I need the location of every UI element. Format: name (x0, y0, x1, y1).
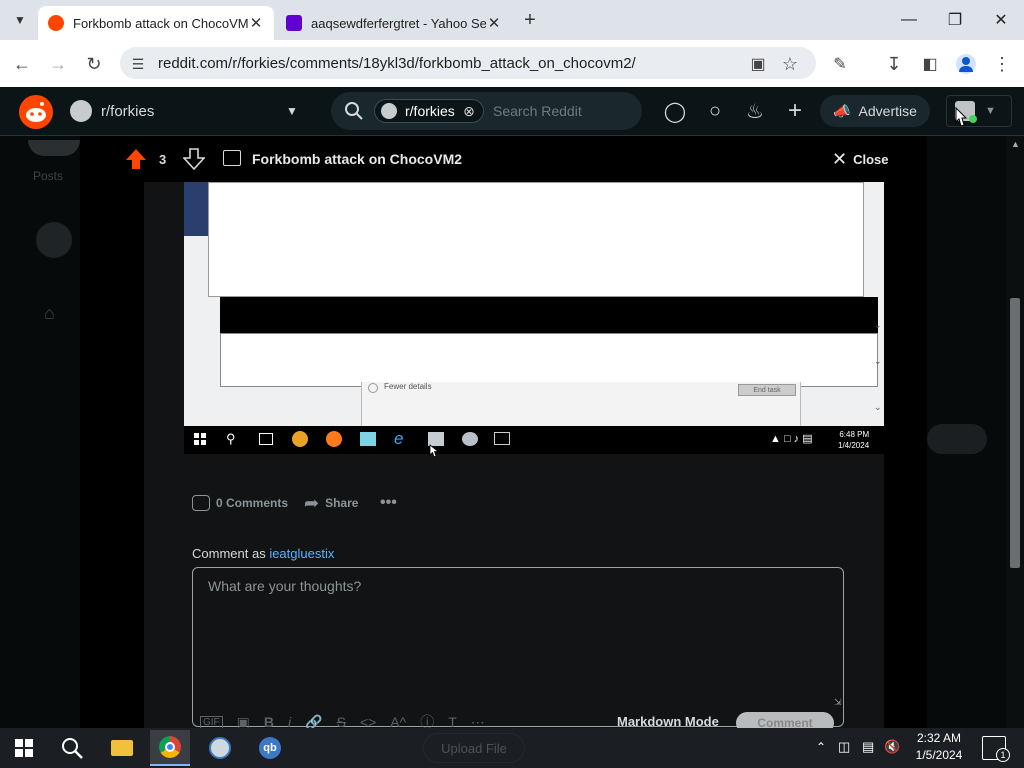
notifications-bell-icon[interactable]: ♨ (743, 99, 767, 123)
vm-mouse-cursor-icon (429, 444, 439, 458)
new-tab-icon[interactable]: + (518, 8, 542, 32)
popular-icon[interactable]: ◯ (663, 99, 687, 123)
create-post-icon[interactable]: + (783, 97, 807, 124)
reddit-logo-icon[interactable] (19, 95, 53, 129)
volume-muted-icon[interactable]: 🔇 (884, 739, 900, 755)
community-dropdown-chevron-icon[interactable]: ▼ (280, 100, 304, 122)
comment-icon (192, 495, 210, 511)
background-avatar (28, 140, 80, 156)
windows-start-icon[interactable] (4, 730, 44, 766)
tab-search-chevron-icon[interactable]: ▼ (8, 8, 32, 32)
community-avatar (70, 100, 92, 122)
upvote-arrow-icon[interactable] (125, 148, 147, 170)
yahoo-favicon-icon (286, 15, 302, 31)
background-home-icon: ⌂ (44, 303, 55, 323)
network-icon[interactable]: ▤ (862, 739, 874, 755)
comment-placeholder: What are your thoughts? (208, 578, 362, 594)
close-tab-icon[interactable]: ✕ (248, 14, 264, 32)
clear-scope-icon[interactable]: ⊗ (458, 100, 480, 122)
close-button[interactable]: ✕ Close (832, 149, 889, 170)
minimize-icon[interactable]: — (886, 0, 932, 40)
install-app-icon[interactable]: ▣ (744, 50, 772, 78)
resize-handle-icon[interactable]: ⇲ (834, 697, 842, 708)
vm-clock: 6:48 PM 1/4/2024 (838, 430, 870, 450)
side-panel-icon[interactable]: ◧ (916, 50, 944, 78)
comments-button[interactable]: 0 Comments (192, 494, 288, 512)
community-name[interactable]: r/forkies (101, 103, 154, 120)
share-button[interactable]: ➦ Share (304, 492, 358, 513)
comment-as-label: Comment as ieatgluestix (192, 546, 335, 561)
post-title: Forkbomb attack on ChocoVM2 (252, 151, 463, 167)
back-icon[interactable]: ← (8, 50, 36, 78)
background-button (927, 424, 987, 454)
markdown-mode-button[interactable]: Markdown Mode (617, 714, 719, 729)
vote-count: 3 (159, 152, 167, 167)
bookmark-star-icon[interactable]: ☆ (776, 50, 804, 78)
scrollbar-thumb[interactable] (1010, 298, 1020, 568)
forward-icon[interactable]: → (44, 50, 72, 78)
upload-file-button: Upload File (423, 733, 525, 763)
username-link[interactable]: ieatgluestix (269, 546, 334, 561)
vm-taskbar: ⚲ e ▲ □ ♪ ▤ (184, 426, 884, 454)
window-close-icon[interactable]: ✕ (978, 0, 1024, 40)
scroll-up-arrow-icon[interactable]: ▲ (1011, 139, 1020, 149)
gif-icon[interactable]: GIF (200, 715, 223, 729)
taskbar-clock[interactable]: 2:32 AM 1/5/2024 (905, 730, 973, 764)
tab-reddit[interactable]: Forkbomb attack on ChocoVM ✕ (38, 6, 274, 40)
share-icon: ➦ (304, 492, 320, 513)
more-options-icon[interactable]: ••• (380, 494, 397, 512)
profile-avatar-icon[interactable] (952, 50, 980, 78)
notification-count-badge: 1 (996, 748, 1010, 762)
search-input[interactable]: Search Reddit (493, 103, 582, 119)
megaphone-icon: 📣 (833, 102, 851, 119)
extensions-icon[interactable]: ✎ (826, 50, 854, 78)
chevron-down-icon: ▼ (985, 105, 996, 117)
show-hidden-icons-icon[interactable]: ⌃ (816, 740, 826, 754)
background-avatar (36, 222, 72, 258)
chrome-menu-icon[interactable]: ⋮ (988, 50, 1016, 78)
downloads-icon[interactable]: ↧ (880, 50, 908, 78)
chat-icon[interactable]: ○ (703, 99, 727, 123)
qbittorrent-icon[interactable]: qb (250, 730, 290, 766)
lightbox-header (80, 136, 927, 182)
vm-end-task-button: End task (738, 384, 796, 396)
close-icon: ✕ (832, 149, 848, 169)
file-explorer-icon[interactable] (102, 730, 142, 766)
downvote-arrow-icon[interactable] (183, 148, 205, 170)
restore-icon[interactable]: ❐ (932, 0, 978, 40)
tab-yahoo[interactable]: aaqsewdferfergtret - Yahoo Se ✕ (276, 6, 512, 40)
mouse-cursor-icon (952, 106, 968, 130)
virtualbox-icon[interactable] (200, 730, 240, 766)
url-text[interactable]: reddit.com/r/forkies/comments/18ykl3d/fo… (158, 55, 636, 72)
advertise-button[interactable]: 📣 Advertise (820, 95, 930, 127)
image-post-icon (223, 150, 241, 166)
site-info-icon[interactable]: ☰ (124, 50, 152, 78)
vm-fewer-details-text: Fewer details (384, 382, 432, 391)
chrome-taskbar-icon[interactable] (150, 730, 190, 766)
post-image[interactable]: Fewer details End task ⌄ ⌄ ⌄ (184, 182, 884, 454)
background-tab-posts: Posts (33, 169, 64, 183)
close-tab-icon[interactable]: ✕ (486, 14, 502, 32)
taskbar-search-icon[interactable] (52, 730, 92, 766)
reddit-favicon-icon (48, 15, 64, 31)
reload-icon[interactable]: ↻ (80, 50, 108, 78)
search-icon (342, 100, 366, 122)
community-avatar (381, 103, 397, 119)
tray-security-icon[interactable]: ◫ (838, 739, 850, 755)
